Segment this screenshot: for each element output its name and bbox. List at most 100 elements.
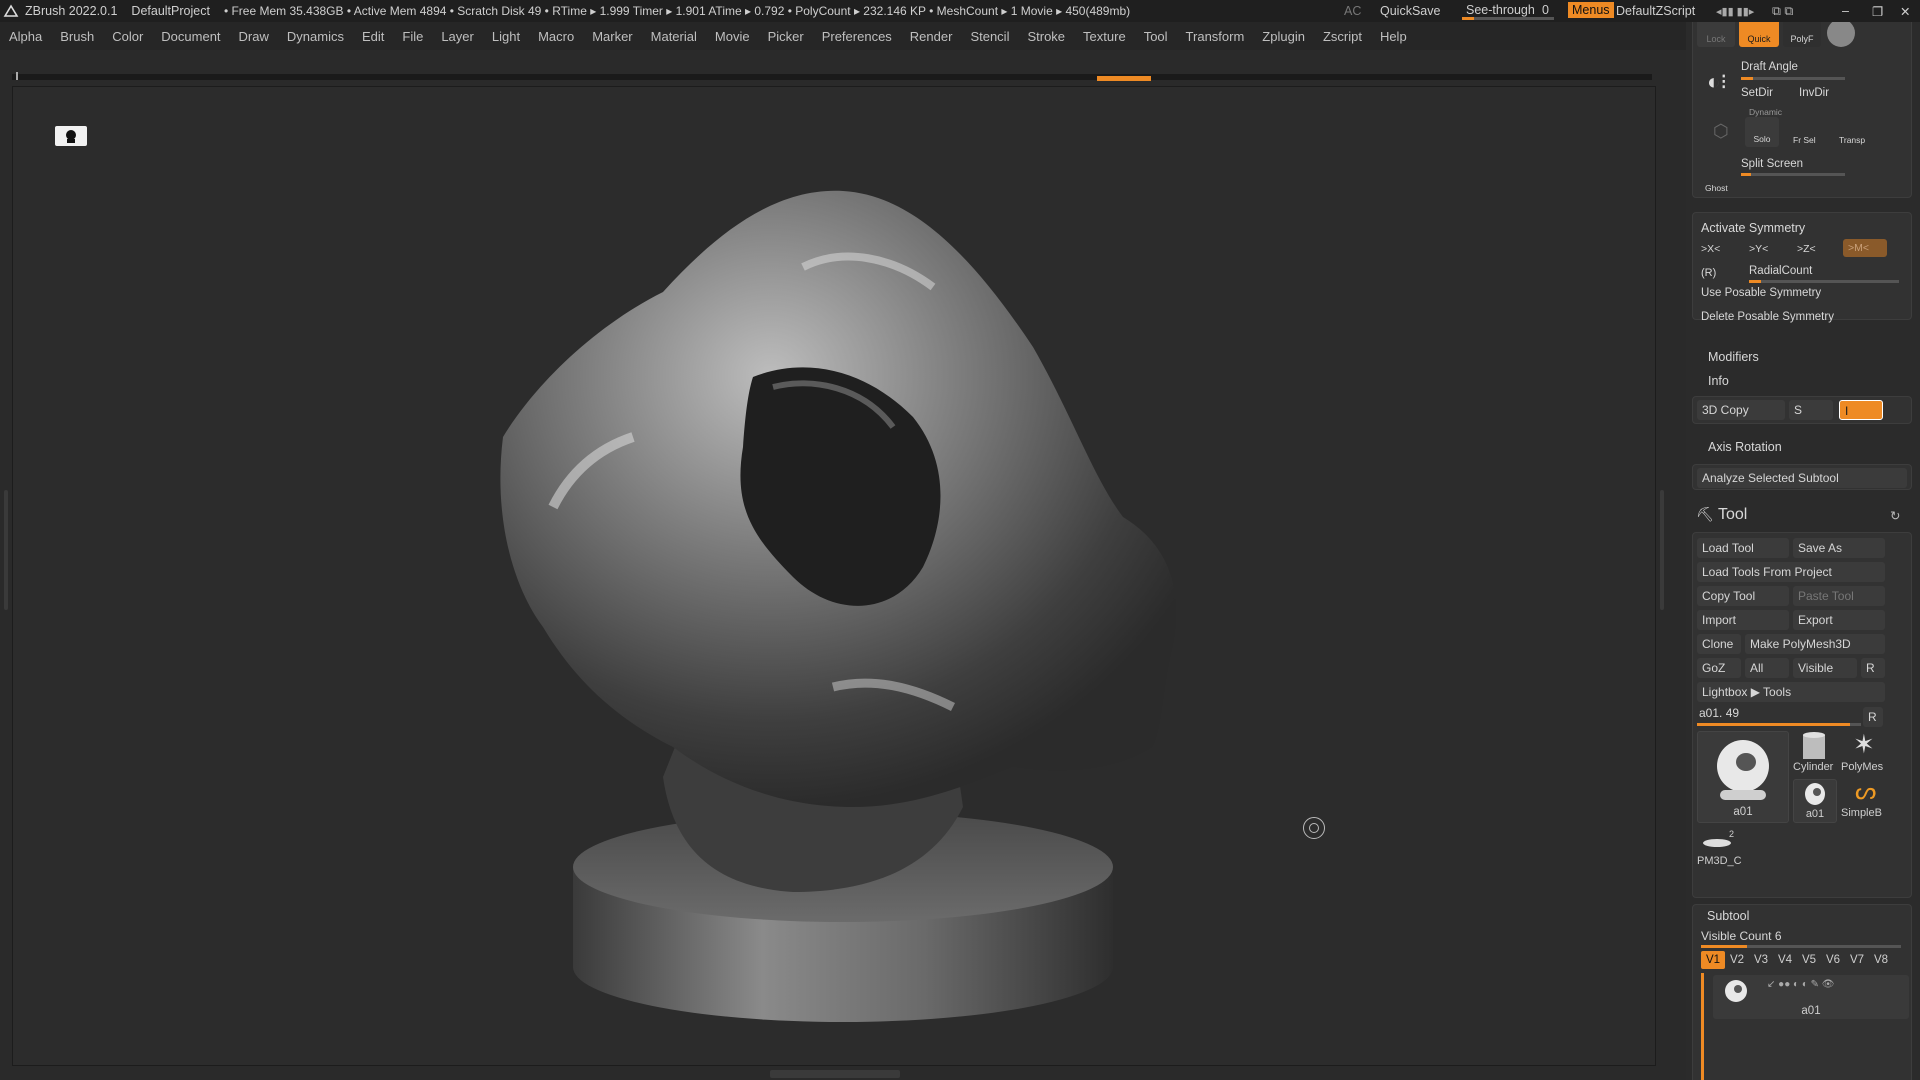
solo-button[interactable]: Solo — [1745, 117, 1779, 147]
paste-tool-button[interactable]: Paste Tool — [1793, 586, 1885, 606]
seethrough-slider[interactable]: See-through 0 — [1462, 2, 1554, 20]
current-tool-slider[interactable] — [1697, 723, 1861, 726]
menu-material[interactable]: Material — [642, 29, 706, 44]
load-tool-button[interactable]: Load Tool — [1697, 538, 1789, 558]
tool-thumb-polymesh[interactable]: ✶ PolyMes — [1841, 731, 1887, 775]
floor-grid-icon[interactable]: ⬡ — [1713, 121, 1729, 142]
close-icon[interactable]: ✕ — [1900, 4, 1910, 19]
timeline-marker[interactable] — [1097, 76, 1151, 81]
window-icons[interactable]: ⧉ ⧉ — [1772, 4, 1793, 19]
tool-thumb-a01-main[interactable]: a01 — [1697, 731, 1789, 823]
current-tool-label[interactable]: a01. 49 — [1699, 706, 1739, 720]
polyf-button[interactable]: PolyF — [1783, 22, 1821, 47]
tool-thumb-cylinder[interactable]: Cylinder — [1793, 731, 1837, 775]
project-name[interactable]: DefaultProject — [131, 4, 210, 18]
canvas-viewport[interactable] — [12, 86, 1656, 1066]
minimize-icon[interactable]: – — [1842, 4, 1849, 18]
modifiers-section[interactable]: Modifiers — [1708, 350, 1759, 364]
copy3d-button[interactable]: 3D Copy — [1697, 400, 1785, 420]
symmetry-z-button[interactable]: >Z< — [1797, 243, 1816, 255]
subtool-version-v2[interactable]: V2 — [1725, 951, 1749, 969]
tool-r-button[interactable]: R — [1863, 707, 1883, 727]
layout-icons[interactable]: ◂▮▮ ▮▮▸ — [1716, 5, 1754, 18]
visible-count-slider[interactable] — [1701, 945, 1901, 948]
left-tray-grip[interactable] — [4, 490, 8, 610]
subtool-version-v8[interactable]: V8 — [1869, 951, 1893, 969]
lock-button[interactable]: Lock — [1697, 22, 1735, 47]
goz-r-button[interactable]: R — [1861, 658, 1885, 678]
lightbox-tools-button[interactable]: Lightbox ▶ Tools — [1697, 682, 1885, 702]
subtool-scrollbar[interactable] — [1701, 973, 1704, 1080]
menu-zplugin[interactable]: Zplugin — [1253, 29, 1314, 44]
default-zscript[interactable]: DefaultZScript — [1616, 4, 1695, 18]
make-polymesh3d-button[interactable]: Make PolyMesh3D — [1745, 634, 1885, 654]
export-button[interactable]: Export — [1793, 610, 1885, 630]
right-tray-grip[interactable] — [1660, 490, 1664, 610]
copy-tool-button[interactable]: Copy Tool — [1697, 586, 1789, 606]
menus-toggle[interactable]: Menus — [1568, 2, 1614, 18]
menu-document[interactable]: Document — [152, 29, 229, 44]
use-posable-symmetry-button[interactable]: Use Posable Symmetry — [1701, 287, 1821, 299]
subtool-version-v6[interactable]: V6 — [1821, 951, 1845, 969]
goz-all-button[interactable]: All — [1745, 658, 1789, 678]
material-sphere-icon[interactable] — [1827, 22, 1855, 47]
menu-stencil[interactable]: Stencil — [961, 29, 1018, 44]
menu-transform[interactable]: Transform — [1177, 29, 1254, 44]
menu-light[interactable]: Light — [483, 29, 529, 44]
menu-brush[interactable]: Brush — [51, 29, 103, 44]
refresh-icon[interactable]: ↻ — [1890, 508, 1900, 523]
subtool-item[interactable]: ↙ ●● ◐ ◐ ✎ 👁 a01 — [1713, 975, 1909, 1019]
visible-count-label[interactable]: Visible Count 6 — [1701, 929, 1782, 943]
menu-help[interactable]: Help — [1371, 29, 1416, 44]
subtool-title[interactable]: Subtool — [1707, 909, 1749, 923]
menu-texture[interactable]: Texture — [1074, 29, 1135, 44]
ac-label[interactable]: AC — [1344, 4, 1361, 18]
goz-visible-button[interactable]: Visible — [1793, 658, 1857, 678]
tool-thumb-pm3d[interactable]: 2 PM3D_C — [1697, 827, 1742, 871]
menu-layer[interactable]: Layer — [432, 29, 483, 44]
frsel-button[interactable]: Fr Sel — [1793, 135, 1816, 145]
split-screen-slider[interactable] — [1741, 173, 1845, 176]
symmetry-x-button[interactable]: >X< — [1701, 243, 1720, 255]
menu-file[interactable]: File — [393, 29, 432, 44]
perspective-icon[interactable]: ◐⁝ — [1707, 69, 1727, 95]
copy3d-s-button[interactable]: S — [1789, 400, 1833, 420]
subtool-version-v1[interactable]: V1 — [1701, 951, 1725, 969]
subtool-version-v4[interactable]: V4 — [1773, 951, 1797, 969]
quicksave-button[interactable]: QuickSave — [1380, 4, 1440, 18]
import-button[interactable]: Import — [1697, 610, 1789, 630]
radial-count-slider[interactable] — [1749, 280, 1899, 283]
menu-movie[interactable]: Movie — [706, 29, 759, 44]
invdir-button[interactable]: InvDir — [1799, 87, 1829, 99]
axis-rotation-section[interactable]: Axis Rotation — [1708, 440, 1782, 454]
draft-angle-slider[interactable] — [1741, 77, 1845, 80]
menu-color[interactable]: Color — [103, 29, 152, 44]
symmetry-y-button[interactable]: >Y< — [1749, 243, 1768, 255]
analyze-subtool-button[interactable]: Analyze Selected Subtool — [1697, 468, 1907, 488]
activate-symmetry-button[interactable]: Activate Symmetry — [1701, 221, 1805, 235]
restore-icon[interactable]: ❐ — [1872, 4, 1883, 19]
copy3d-i-button[interactable]: I — [1839, 400, 1883, 420]
menu-macro[interactable]: Macro — [529, 29, 583, 44]
bottom-tray-grip[interactable] — [770, 1070, 900, 1078]
tool-thumb-a01-small[interactable]: a01 — [1793, 779, 1837, 823]
subtool-version-v5[interactable]: V5 — [1797, 951, 1821, 969]
load-tools-from-project-button[interactable]: Load Tools From Project — [1697, 562, 1885, 582]
menu-marker[interactable]: Marker — [583, 29, 641, 44]
menu-picker[interactable]: Picker — [759, 29, 813, 44]
delete-posable-symmetry-button[interactable]: Delete Posable Symmetry — [1701, 311, 1834, 323]
clone-button[interactable]: Clone — [1697, 634, 1741, 654]
menu-edit[interactable]: Edit — [353, 29, 393, 44]
menu-alpha[interactable]: Alpha — [0, 29, 51, 44]
symmetry-m-button[interactable]: >M< — [1843, 239, 1887, 257]
subtool-version-v3[interactable]: V3 — [1749, 951, 1773, 969]
subtool-toggle-icons[interactable]: ↙ ●● ◐ ◐ ✎ 👁 — [1767, 979, 1835, 990]
timeline-strip[interactable] — [12, 72, 1652, 81]
menu-preferences[interactable]: Preferences — [813, 29, 901, 44]
menu-dynamics[interactable]: Dynamics — [278, 29, 353, 44]
menu-zscript[interactable]: Zscript — [1314, 29, 1371, 44]
split-screen-label[interactable]: Split Screen — [1741, 158, 1803, 170]
menu-render[interactable]: Render — [901, 29, 962, 44]
goz-button[interactable]: GoZ — [1697, 658, 1741, 678]
ghost-button[interactable]: Ghost — [1705, 183, 1728, 193]
